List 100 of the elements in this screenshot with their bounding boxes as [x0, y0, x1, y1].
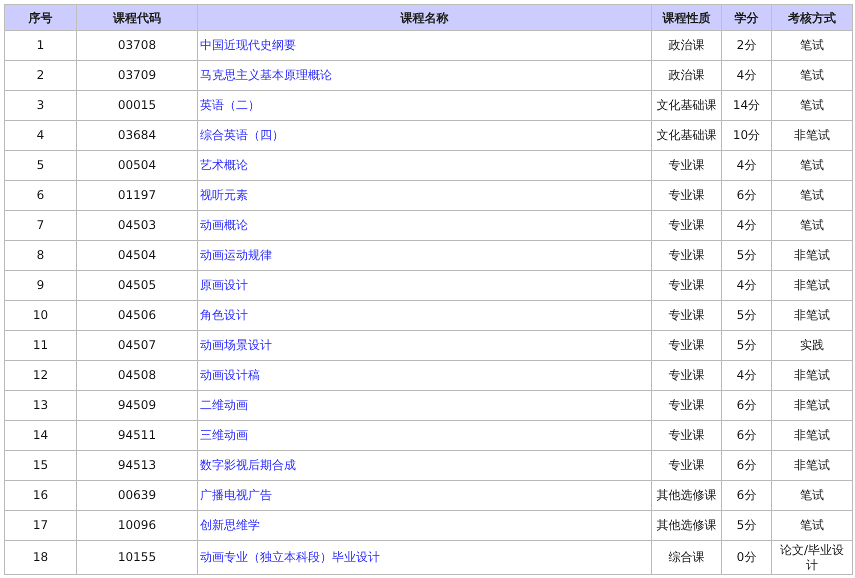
table-cell: 03709: [76, 60, 198, 90]
table-cell: 14分: [722, 90, 772, 120]
course-link[interactable]: 动画场景设计: [200, 338, 272, 352]
table-cell: 4: [4, 120, 76, 150]
table-cell: 实践: [772, 330, 852, 360]
table-cell: 4分: [722, 270, 772, 300]
table-cell: 3: [4, 90, 76, 120]
table-cell: 94509: [76, 390, 198, 420]
course-link[interactable]: 动画运动规律: [200, 248, 272, 262]
course-link[interactable]: 二维动画: [200, 398, 248, 412]
column-header: 考核方式: [772, 4, 852, 30]
course-link[interactable]: 动画设计稿: [200, 368, 260, 382]
table-cell: 6分: [722, 450, 772, 480]
course-link[interactable]: 角色设计: [200, 308, 248, 322]
table-cell: 00639: [76, 480, 198, 510]
table-cell: 笔试: [772, 60, 852, 90]
table-cell: 6分: [722, 390, 772, 420]
table-cell: 专业课: [652, 270, 722, 300]
table-cell: 5分: [722, 330, 772, 360]
table-cell: 4分: [722, 210, 772, 240]
table-cell: 政治课: [652, 30, 722, 60]
table-cell: 94511: [76, 420, 198, 450]
table-cell: 6分: [722, 480, 772, 510]
course-link[interactable]: 马克思主义基本原理概论: [200, 68, 332, 82]
table-cell: 5分: [722, 510, 772, 540]
table-cell: 13: [4, 390, 76, 420]
table-cell: 6: [4, 180, 76, 210]
table-cell: 专业课: [652, 180, 722, 210]
table-cell: 其他选修课: [652, 510, 722, 540]
table-cell: 10分: [722, 120, 772, 150]
course-link[interactable]: 视听元素: [200, 188, 248, 202]
course-link[interactable]: 艺术概论: [200, 158, 248, 172]
table-cell: 其他选修课: [652, 480, 722, 510]
table-cell: 笔试: [772, 510, 852, 540]
table-cell: 03684: [76, 120, 198, 150]
column-header: 序号: [4, 4, 76, 30]
course-link[interactable]: 英语（二）: [200, 98, 260, 112]
table-cell: 专业课: [652, 210, 722, 240]
table-cell: 16: [4, 480, 76, 510]
table-cell: 专业课: [652, 390, 722, 420]
table-cell: 笔试: [772, 30, 852, 60]
table-cell: 2分: [722, 30, 772, 60]
course-link[interactable]: 创新思维学: [200, 518, 260, 532]
table-cell: 10155: [76, 540, 198, 574]
table-cell: 综合课: [652, 540, 722, 574]
table-cell: 专业课: [652, 450, 722, 480]
table-cell: 94513: [76, 450, 198, 480]
table-cell: 17: [4, 510, 76, 540]
table-cell: 9: [4, 270, 76, 300]
table-cell: 5分: [722, 240, 772, 270]
table-cell: 非笔试: [772, 270, 852, 300]
table-cell: 2: [4, 60, 76, 90]
column-header: 课程代码: [76, 4, 198, 30]
column-header: 课程性质: [652, 4, 722, 30]
table-cell: 6分: [722, 180, 772, 210]
table-cell: 01197: [76, 180, 198, 210]
table-cell: 18: [4, 540, 76, 574]
table-cell: 文化基础课: [652, 90, 722, 120]
course-link[interactable]: 动画专业（独立本科段）毕业设计: [200, 550, 380, 564]
table-cell: 8: [4, 240, 76, 270]
table-cell: 6分: [722, 420, 772, 450]
table-cell: 专业课: [652, 330, 722, 360]
table-cell: 笔试: [772, 90, 852, 120]
course-link[interactable]: 广播电视广告: [200, 488, 272, 502]
table-cell: 非笔试: [772, 240, 852, 270]
table-cell: 专业课: [652, 420, 722, 450]
table-cell: 00015: [76, 90, 198, 120]
table-cell: 04503: [76, 210, 198, 240]
table-cell: 专业课: [652, 300, 722, 330]
table-cell: 文化基础课: [652, 120, 722, 150]
table-cell: 笔试: [772, 210, 852, 240]
course-link[interactable]: 动画概论: [200, 218, 248, 232]
table-cell: 笔试: [772, 150, 852, 180]
table-cell: 4分: [722, 60, 772, 90]
table-cell: 论文/毕业设计: [772, 540, 852, 574]
table-cell: 04504: [76, 240, 198, 270]
table-cell: 10096: [76, 510, 198, 540]
course-link[interactable]: 三维动画: [200, 428, 248, 442]
table-cell: 10: [4, 300, 76, 330]
table-cell: 非笔试: [772, 360, 852, 390]
table-cell: 14: [4, 420, 76, 450]
table-cell: 非笔试: [772, 300, 852, 330]
course-link[interactable]: 综合英语（四）: [200, 128, 284, 142]
table-cell: 非笔试: [772, 420, 852, 450]
table-cell: 5: [4, 150, 76, 180]
table-cell: 1: [4, 30, 76, 60]
course-link[interactable]: 数字影视后期合成: [200, 458, 296, 472]
table-cell: 笔试: [772, 480, 852, 510]
table-cell: 03708: [76, 30, 198, 60]
table-cell: 专业课: [652, 150, 722, 180]
table-cell: 04508: [76, 360, 198, 390]
column-header: 学分: [722, 4, 772, 30]
table-cell: 04505: [76, 270, 198, 300]
course-link[interactable]: 中国近现代史纲要: [200, 38, 296, 52]
table-cell: 非笔试: [772, 390, 852, 420]
table-cell: 4分: [722, 360, 772, 390]
table-cell: 0分: [722, 540, 772, 574]
table-cell: 12: [4, 360, 76, 390]
table-cell: 非笔试: [772, 450, 852, 480]
course-link[interactable]: 原画设计: [200, 278, 248, 292]
